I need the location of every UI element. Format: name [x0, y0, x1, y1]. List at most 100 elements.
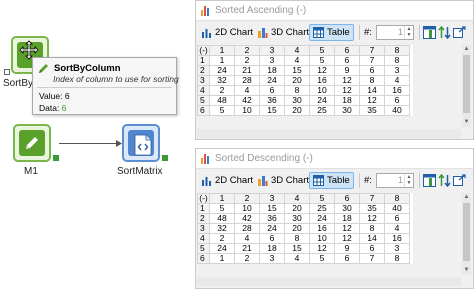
column-header[interactable]: 4	[284, 193, 310, 204]
table-corner-header[interactable]: (-)	[197, 45, 210, 56]
m1-node[interactable]	[13, 124, 51, 162]
table-button[interactable]: Table	[309, 172, 354, 189]
table-cell[interactable]: 9	[334, 243, 360, 254]
table-cell[interactable]: 18	[334, 95, 360, 106]
column-header[interactable]: 7	[359, 45, 385, 56]
table-cell[interactable]: 3	[259, 55, 285, 66]
table-cell[interactable]: 16	[309, 75, 335, 86]
table-cell[interactable]: 30	[334, 105, 360, 116]
table-cell[interactable]: 6	[384, 95, 410, 106]
column-header[interactable]: 4	[284, 45, 310, 56]
table-cell[interactable]: 4	[384, 223, 410, 234]
table-row[interactable]: 612345678	[197, 253, 410, 264]
table-row[interactable]: 5 48 42 36 30 24 18 12 6	[197, 95, 410, 106]
table-cell[interactable]: 20	[284, 223, 310, 234]
table-cell[interactable]: 8	[359, 223, 385, 234]
column-header[interactable]: 5	[309, 193, 335, 204]
table-cell[interactable]: 30	[284, 213, 310, 224]
column-chooser-icon[interactable]	[422, 25, 436, 40]
scroll-up-icon[interactable]: ▲	[462, 45, 471, 54]
table-cell[interactable]: 12	[334, 85, 360, 96]
column-header[interactable]: 2	[234, 193, 260, 204]
row-header[interactable]: 4	[197, 85, 210, 96]
column-header[interactable]: 6	[334, 45, 360, 56]
scrollbar-thumb[interactable]	[463, 55, 470, 113]
data-table[interactable]: (-) 1 2 3 4 5 6 7 8 1 1 2 3 4 5 6 7 8 2 24 21 18 15 12 9 6 3 3 32 28 2…	[197, 45, 413, 116]
table-cell[interactable]: 3	[259, 253, 285, 264]
table-cell[interactable]: 9	[334, 65, 360, 76]
table-cell[interactable]: 5	[209, 105, 235, 116]
table-cell[interactable]: 12	[359, 95, 385, 106]
table-cell[interactable]: 48	[209, 95, 235, 106]
row-header[interactable]: 3	[197, 223, 210, 234]
table-cell[interactable]: 14	[359, 85, 385, 96]
table-cell[interactable]: 5	[309, 55, 335, 66]
column-header[interactable]: 8	[384, 193, 410, 204]
table-cell[interactable]: 18	[259, 243, 285, 254]
table-cell[interactable]: 12	[334, 233, 360, 244]
table-cell[interactable]: 12	[309, 243, 335, 254]
table-cell[interactable]: 40	[384, 203, 410, 214]
table-cell[interactable]: 10	[234, 203, 260, 214]
table-cell[interactable]: 16	[309, 223, 335, 234]
row-header[interactable]: 3	[197, 75, 210, 86]
m1-output-port[interactable]	[53, 155, 59, 161]
scroll-up-icon[interactable]: ▲	[462, 193, 471, 202]
table-cell[interactable]: 8	[284, 85, 310, 96]
spin-arrows-icon[interactable]: ▲ ▼	[404, 26, 413, 39]
table-row[interactable]: 1 5 10 15 20 25 30 35 40	[197, 203, 410, 214]
viewer-titlebar[interactable]: Sorted Ascending (-)	[196, 1, 473, 21]
table-row[interactable]: 4 2 4 6 8 10 12 14 16	[197, 85, 410, 96]
table-cell[interactable]: 8	[384, 55, 410, 66]
table-cell[interactable]: 15	[259, 105, 285, 116]
table-cell[interactable]: 6	[384, 213, 410, 224]
table-cell[interactable]: 20	[284, 203, 310, 214]
sort-arrows-icon[interactable]	[437, 25, 451, 40]
row-header[interactable]: 2	[197, 213, 210, 224]
data-table[interactable]: (-) 1 2 3 4 5 6 7 8 1 5 10 15 20 25 30 35 40 2 48 42 36 30 24 18…	[197, 193, 413, 264]
table-cell[interactable]: 4	[234, 85, 260, 96]
table-cell[interactable]: 4	[234, 233, 260, 244]
table-cell[interactable]: 6	[359, 65, 385, 76]
table-cell[interactable]: 18	[334, 213, 360, 224]
row-header[interactable]: 1	[197, 55, 210, 66]
table-cell[interactable]: 4	[284, 55, 310, 66]
column-header[interactable]: 7	[359, 193, 385, 204]
table-cell[interactable]: 35	[359, 105, 385, 116]
table-cell[interactable]: 18	[259, 65, 285, 76]
column-header[interactable]: 6	[334, 193, 360, 204]
3d-chart-button[interactable]: 3D Chart	[253, 172, 313, 189]
table-cell[interactable]: 28	[234, 223, 260, 234]
row-header[interactable]: 4	[197, 233, 210, 244]
table-cell[interactable]: 35	[359, 203, 385, 214]
table-cell[interactable]: 4	[384, 75, 410, 86]
column-header[interactable]: 8	[384, 45, 410, 56]
table-cell[interactable]: 24	[259, 223, 285, 234]
table-cell[interactable]: 6	[259, 85, 285, 96]
table-cell[interactable]: 12	[334, 223, 360, 234]
column-header[interactable]: 5	[309, 45, 335, 56]
table-cell[interactable]: 6	[334, 253, 360, 264]
vertical-scrollbar[interactable]: ▲ ▼	[462, 193, 471, 275]
table-cell[interactable]: 8	[359, 75, 385, 86]
table-cell[interactable]: 1	[209, 55, 235, 66]
viewer-titlebar[interactable]: Sorted Descending (-)	[196, 149, 473, 169]
table-cell[interactable]: 24	[259, 75, 285, 86]
table-cell[interactable]: 5	[309, 253, 335, 264]
column-header[interactable]: 3	[259, 193, 285, 204]
sort-matrix-node[interactable]	[122, 124, 160, 162]
export-icon[interactable]	[452, 25, 466, 40]
column-header[interactable]: 3	[259, 45, 285, 56]
table-cell[interactable]: 25	[309, 203, 335, 214]
vertical-scrollbar[interactable]: ▲ ▼	[462, 45, 471, 127]
table-cell[interactable]: 4	[284, 253, 310, 264]
table-cell[interactable]: 12	[359, 213, 385, 224]
table-row[interactable]: 112345678	[197, 55, 410, 66]
table-cell[interactable]: 2	[234, 253, 260, 264]
table-cell[interactable]: 20	[284, 75, 310, 86]
table-cell[interactable]: 3	[384, 243, 410, 254]
table-row[interactable]: 4 2 4 6 8 10 12 14 16	[197, 233, 410, 244]
column-header[interactable]: 1	[209, 45, 235, 56]
table-cell[interactable]: 10	[234, 105, 260, 116]
table-cell[interactable]: 32	[209, 223, 235, 234]
